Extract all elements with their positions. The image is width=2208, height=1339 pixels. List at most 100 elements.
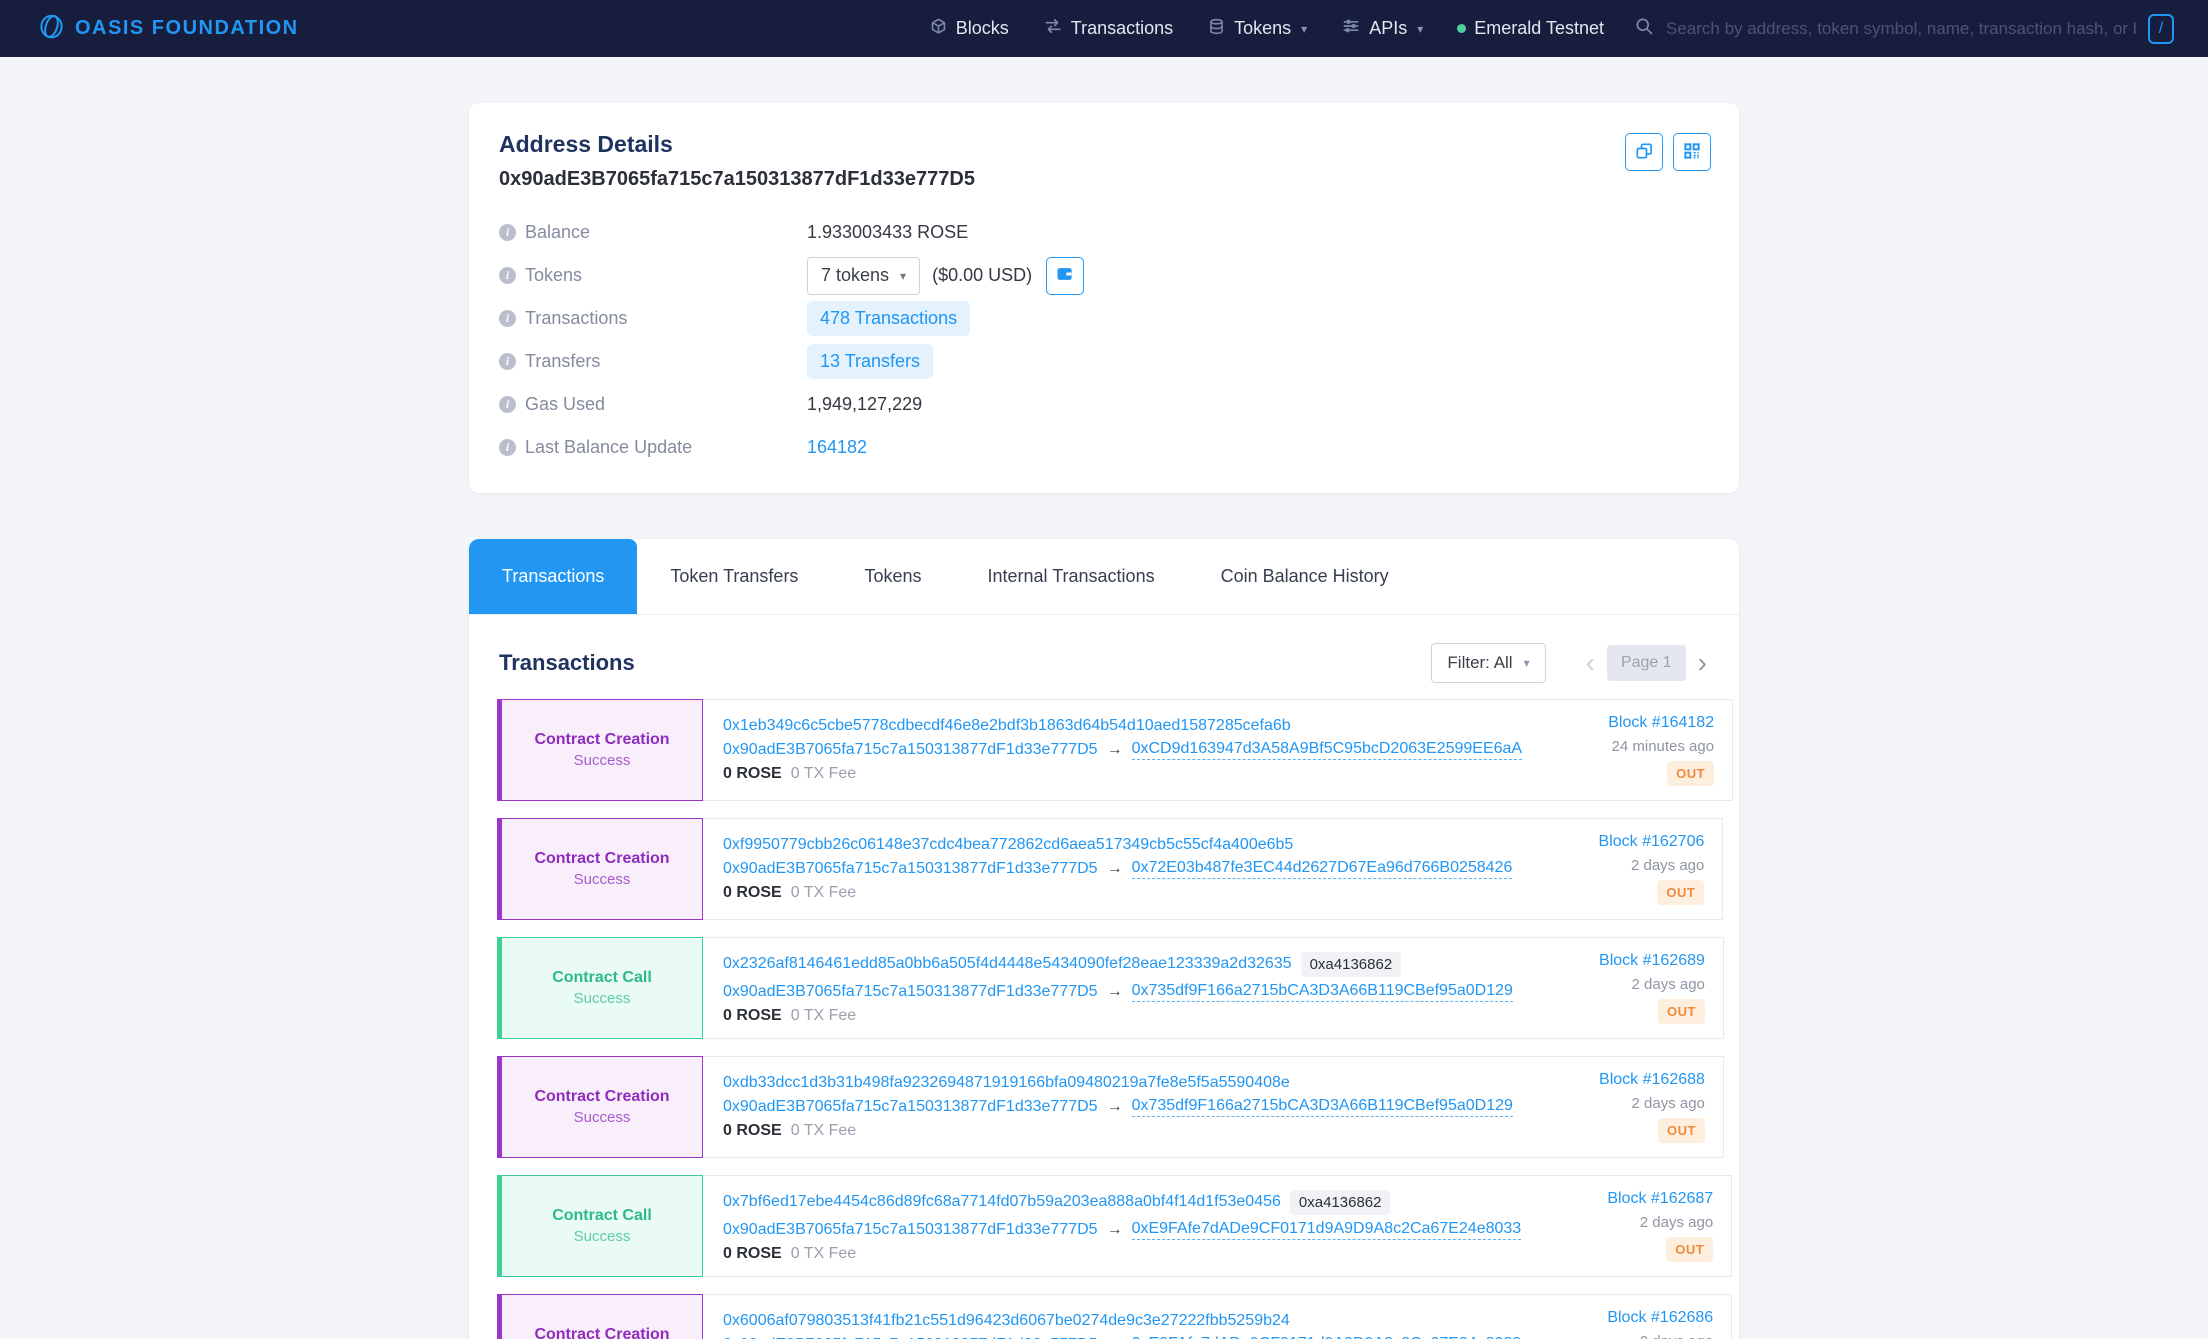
from-address-link[interactable]: 0x90adE3B7065fa715c7a150313877dF1d33e777…	[723, 741, 1098, 759]
qr-code-button[interactable]	[1673, 133, 1711, 171]
transaction-fee: 0 TX Fee	[791, 884, 857, 902]
info-icon: i	[499, 224, 516, 241]
to-address-link[interactable]: 0x735df9F166a2715bCA3D3A66B119CBef95a0D1…	[1132, 1097, 1513, 1117]
nav-item[interactable]: APIs ▾	[1341, 16, 1423, 41]
transaction-type: Contract Call	[552, 969, 652, 987]
info-icon: i	[499, 439, 516, 456]
transaction-hash-link[interactable]: 0xdb33dcc1d3b31b498fa9232694871919166bfa…	[723, 1074, 1290, 1092]
from-address-link[interactable]: 0x90adE3B7065fa715c7a150313877dF1d33e777…	[723, 983, 1098, 1001]
transaction-hash-link[interactable]: 0xf9950779cbb26c06148e37cdc4bea772862cd6…	[723, 836, 1293, 854]
last-balance-update-block-link[interactable]: 164182	[807, 437, 867, 458]
gas-used-label: Gas Used	[525, 394, 605, 415]
transaction-value: 0 ROSE	[723, 1245, 782, 1263]
tab-label: Tokens	[864, 566, 921, 587]
transfers-label: Transfers	[525, 351, 600, 372]
transaction-type-tile: Contract Creation Success	[497, 1294, 703, 1339]
transaction-age: 24 minutes ago	[1612, 738, 1715, 755]
tab-label: Token Transfers	[670, 566, 798, 587]
direction-badge: OUT	[1657, 880, 1704, 905]
transaction-status: Success	[574, 990, 631, 1007]
method-id-badge: 0xa4136862	[1290, 1190, 1391, 1215]
transaction-hash-link[interactable]: 0x2326af8146461edd85a0bb6a505f4d4448e543…	[723, 955, 1292, 973]
to-address-link[interactable]: 0x735df9F166a2715bCA3D3A66B119CBef95a0D1…	[1132, 982, 1513, 1002]
blocks-cube-icon	[929, 17, 948, 41]
chevron-down-icon: ▾	[1301, 22, 1307, 36]
wallet-button[interactable]	[1046, 257, 1084, 295]
tabbar: Transactions Token Transfers Tokens Inte…	[469, 539, 1739, 615]
to-address-link[interactable]: 0xE9FAfe7dADe9CF0171d9A9D9A8c2Ca67E24e80…	[1132, 1220, 1522, 1240]
transactions-arrows-icon	[1043, 16, 1063, 41]
from-address-link[interactable]: 0x90adE3B7065fa715c7a150313877dF1d33e777…	[723, 1221, 1098, 1239]
nav-item-label: Transactions	[1071, 18, 1173, 39]
block-number-link[interactable]: Block #162706	[1599, 833, 1705, 851]
balance-value: 1.933003433 ROSE	[807, 222, 968, 243]
direction-badge: OUT	[1658, 999, 1705, 1024]
transaction-type: Contract Creation	[534, 1088, 669, 1106]
arrow-right-icon: →	[1107, 1221, 1123, 1239]
tab[interactable]: Transactions	[469, 539, 637, 614]
balance-row: i Balance 1.933003433 ROSE	[499, 211, 1709, 254]
searchbar: /	[1634, 14, 2174, 44]
method-id-badge: 0xa4136862	[1301, 952, 1402, 977]
filter-label: Filter: All	[1447, 653, 1512, 673]
chevron-down-icon: ▾	[1417, 22, 1423, 36]
transaction-hash-link[interactable]: 0x7bf6ed17ebe4454c86d89fc68a7714fd07b59a…	[723, 1193, 1281, 1211]
transaction-age: 2 days ago	[1632, 1095, 1705, 1112]
nav-item-label: APIs	[1369, 18, 1407, 39]
tokens-dropdown[interactable]: 7 tokens ▾	[807, 257, 920, 295]
transactions-list: Contract Creation Success 0x1eb349c6c5cb…	[469, 685, 1739, 1339]
transaction-row: Contract Call Success 0x2326af8146461edd…	[497, 937, 1711, 1039]
tab-label: Coin Balance History	[1221, 566, 1389, 587]
block-number-link[interactable]: Block #164182	[1608, 714, 1714, 732]
transactions-count-link[interactable]: 478 Transactions	[807, 301, 970, 336]
nav-item[interactable]: Blocks	[929, 17, 1009, 41]
transaction-fee: 0 TX Fee	[791, 1245, 857, 1263]
to-address-link[interactable]: 0x72E03b487fe3EC44d2627D67Ea96d766B02584…	[1132, 859, 1513, 879]
tab[interactable]: Tokens	[831, 539, 954, 614]
tab[interactable]: Coin Balance History	[1188, 539, 1422, 614]
arrow-right-icon: →	[1107, 860, 1123, 878]
block-number-link[interactable]: Block #162688	[1599, 1071, 1705, 1089]
last-balance-update-label: Last Balance Update	[525, 437, 692, 458]
prev-page-button[interactable]: ‹	[1582, 649, 1599, 677]
transactions-section-title: Transactions	[499, 650, 635, 676]
gas-used-value: 1,949,127,229	[807, 394, 922, 415]
arrow-right-icon: →	[1107, 741, 1123, 759]
address-hash: 0x90adE3B7065fa715c7a150313877dF1d33e777…	[499, 168, 1709, 191]
tokens-coins-icon	[1207, 17, 1226, 41]
transaction-hash-link[interactable]: 0x6006af079803513f41fb21c551d96423d6067b…	[723, 1312, 1290, 1330]
filter-dropdown[interactable]: Filter: All ▾	[1431, 643, 1545, 683]
wallet-icon	[1055, 264, 1075, 287]
to-address-link[interactable]: 0xE9FAfe7dADe9CF0171d9A9D9A8c2Ca67E24e80…	[1132, 1335, 1522, 1339]
block-number-link[interactable]: Block #162686	[1607, 1309, 1713, 1327]
transaction-value: 0 ROSE	[723, 1122, 782, 1140]
nav-item[interactable]: Emerald Testnet	[1457, 18, 1604, 39]
transaction-hash-link[interactable]: 0x1eb349c6c5cbe5778cdbecdf46e8e2bdf3b186…	[723, 717, 1291, 735]
tokens-label: Tokens	[525, 265, 582, 286]
block-number-link[interactable]: Block #162689	[1599, 952, 1705, 970]
to-address-link[interactable]: 0xCD9d163947d3A58A9Bf5C95bcD2063E2599EE6…	[1132, 740, 1523, 760]
from-address-link[interactable]: 0x90adE3B7065fa715c7a150313877dF1d33e777…	[723, 860, 1098, 878]
copy-address-button[interactable]	[1625, 133, 1663, 171]
nav-item-label: Blocks	[956, 18, 1009, 39]
direction-badge: OUT	[1658, 1118, 1705, 1143]
transaction-age: 2 days ago	[1632, 976, 1705, 993]
nav-item[interactable]: Tokens ▾	[1207, 17, 1307, 41]
nav-item[interactable]: Transactions	[1043, 16, 1173, 41]
block-number-link[interactable]: Block #162687	[1607, 1190, 1713, 1208]
transaction-fee: 0 TX Fee	[791, 765, 857, 783]
next-page-button[interactable]: ›	[1694, 649, 1711, 677]
tab[interactable]: Token Transfers	[637, 539, 831, 614]
search-input[interactable]	[1666, 19, 2136, 39]
qr-code-icon	[1682, 141, 1702, 164]
tab[interactable]: Internal Transactions	[954, 539, 1187, 614]
brand-logo[interactable]: OASIS FOUNDATION	[38, 13, 299, 45]
page-indicator: Page 1	[1607, 645, 1686, 681]
transactions-card: Transactions Token Transfers Tokens Inte…	[469, 539, 1739, 1339]
from-address-link[interactable]: 0x90adE3B7065fa715c7a150313877dF1d33e777…	[723, 1098, 1098, 1116]
tokens-row: i Tokens 7 tokens ▾ ($0.00 USD)	[499, 254, 1709, 297]
transfers-count-link[interactable]: 13 Transfers	[807, 344, 933, 379]
transaction-age: 2 days ago	[1631, 857, 1704, 874]
transaction-type: Contract Creation	[534, 1326, 669, 1339]
transfers-row: i Transfers 13 Transfers	[499, 340, 1709, 383]
